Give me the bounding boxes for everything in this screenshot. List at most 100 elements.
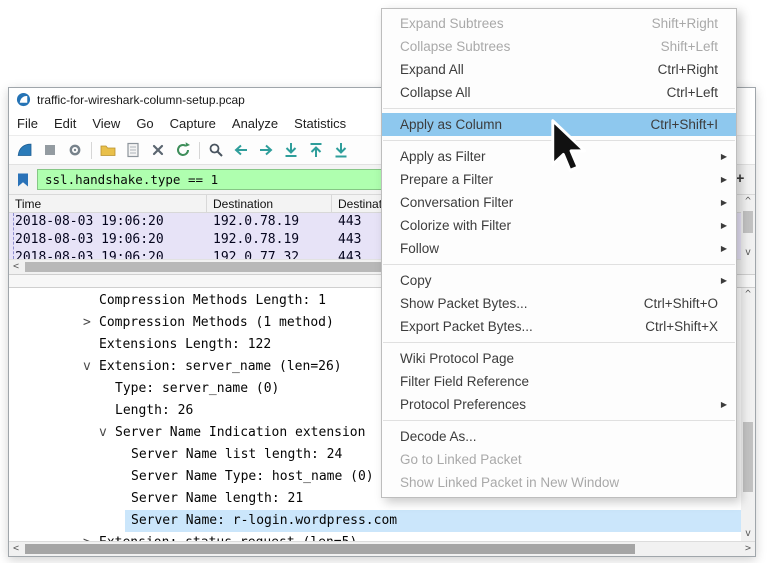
menu-analyze[interactable]: Analyze [224,111,286,135]
packet-cell: 192.0.78.19 [207,231,332,249]
column-header-destination[interactable]: Destination [207,195,332,212]
submenu-arrow-icon: ▶ [721,237,727,260]
menu-item-label: Filter Field Reference [400,374,529,389]
menu-separator [383,342,735,343]
packet-cell: 2018-08-03 19:06:20 [9,231,207,249]
scrollbar-track[interactable] [23,542,741,556]
menu-item-label: Apply as Filter [400,149,486,164]
expanded-arrow-icon[interactable]: v [99,422,115,444]
find-packet-icon[interactable] [207,141,225,159]
menu-statistics[interactable]: Statistics [286,111,354,135]
menu-item-label: Export Packet Bytes... [400,319,533,334]
context-menu-item-go-to-linked-packet: Go to Linked Packet [382,448,736,471]
submenu-arrow-icon: ▶ [721,269,727,292]
context-menu: Expand SubtreesShift+RightCollapse Subtr… [381,8,737,498]
go-back-icon[interactable] [232,141,250,159]
context-menu-item-expand-all[interactable]: Expand AllCtrl+Right [382,58,736,81]
open-file-icon[interactable] [99,141,117,159]
packet-list-vscrollbar[interactable]: ^ v [741,195,755,260]
scrollbar-thumb[interactable] [743,211,753,233]
menu-capture[interactable]: Capture [162,111,224,135]
scroll-up-button[interactable]: ^ [741,195,755,209]
menu-item-label: Show Packet Bytes... [400,296,528,311]
menu-item-label: Conversation Filter [400,195,513,210]
detail-text: Length: 26 [115,403,193,418]
context-menu-item-wiki-protocol-page[interactable]: Wiki Protocol Page [382,347,736,370]
menu-separator [383,420,735,421]
scroll-down-button[interactable]: v [741,527,755,541]
detail-line[interactable]: >Extension: status_request (len=5) [9,532,755,541]
menu-item-shortcut: Ctrl+Shift+X [645,319,718,334]
context-menu-item-conversation-filter[interactable]: Conversation Filter▶ [382,191,736,214]
scrollbar-track[interactable] [741,209,755,246]
packet-cell: 2018-08-03 19:06:20 [9,249,207,259]
expanded-arrow-icon[interactable]: v [83,356,99,378]
menu-edit[interactable]: Edit [46,111,84,135]
menu-item-label: Follow [400,241,439,256]
collapsed-arrow-icon[interactable]: > [83,312,99,334]
menu-separator [383,108,735,109]
scroll-right-button[interactable]: > [741,542,755,556]
save-file-icon[interactable] [124,141,142,159]
stop-capture-icon[interactable] [41,141,59,159]
menu-file[interactable]: File [9,111,46,135]
context-menu-item-collapse-all[interactable]: Collapse AllCtrl+Left [382,81,736,104]
detail-text: Extension: status_request (len=5) [99,535,357,541]
packet-cell: 2018-08-03 19:06:20 [9,213,207,231]
menu-item-label: Apply as Column [400,117,502,132]
menu-item-label: Show Linked Packet in New Window [400,475,619,490]
scrollbar-thumb[interactable] [25,544,635,554]
menu-item-label: Copy [400,273,432,288]
menu-item-label: Colorize with Filter [400,218,511,233]
menu-item-shortcut: Ctrl+Shift+O [644,296,718,311]
mouse-cursor [550,118,590,179]
packet-cell: 192.0.77.32 [207,249,332,259]
context-menu-item-collapse-subtrees: Collapse SubtreesShift+Left [382,35,736,58]
capture-options-icon[interactable] [66,141,84,159]
reload-icon[interactable] [174,141,192,159]
context-menu-item-filter-field-reference[interactable]: Filter Field Reference [382,370,736,393]
details-vscrollbar[interactable]: ^ v [741,288,755,541]
scrollbar-thumb[interactable] [743,422,753,492]
context-menu-item-protocol-preferences[interactable]: Protocol Preferences▶ [382,393,736,416]
context-menu-item-follow[interactable]: Follow ▶ [382,237,736,260]
context-menu-item-show-packet-bytes[interactable]: Show Packet Bytes... Ctrl+Shift+O [382,292,736,315]
menu-item-shortcut: Shift+Right [652,16,718,31]
context-menu-item-colorize-with-filter[interactable]: Colorize with Filter▶ [382,214,736,237]
details-hscrollbar[interactable]: < > [9,541,755,556]
filter-bookmark-icon[interactable] [15,172,31,188]
context-menu-item-export-packet-bytes[interactable]: Export Packet Bytes... Ctrl+Shift+X [382,315,736,338]
detail-text: Extension: server_name (len=26) [99,359,342,374]
scroll-up-button[interactable]: ^ [741,288,755,302]
context-menu-item-copy[interactable]: Copy ▶ [382,269,736,292]
packet-cell: 192.0.78.19 [207,213,332,231]
detail-text: Server Name list length: 24 [131,447,342,462]
detail-text: Server Name: r-login.wordpress.com [131,513,397,528]
go-forward-icon[interactable] [257,141,275,159]
go-to-packet-icon[interactable] [282,141,300,159]
start-capture-icon[interactable] [16,141,34,159]
menu-item-shortcut: Shift+Left [661,39,718,54]
detail-line[interactable]: Server Name: r-login.wordpress.com [125,510,755,532]
menu-item-label: Wiki Protocol Page [400,351,514,366]
scrollbar-track[interactable] [741,302,755,527]
scroll-left-button[interactable]: < [9,542,23,556]
related-packet-gutter [13,213,14,259]
menu-item-label: Prepare a Filter [400,172,493,187]
context-menu-item-decode-as[interactable]: Decode As... [382,425,736,448]
column-header-time[interactable]: Time [9,195,207,212]
submenu-arrow-icon: ▶ [721,145,727,168]
menu-go[interactable]: Go [128,111,161,135]
collapsed-arrow-icon[interactable]: > [83,532,99,541]
go-first-icon[interactable] [307,141,325,159]
scroll-left-button[interactable]: < [9,260,23,274]
toolbar-separator [199,142,200,159]
scroll-down-button[interactable]: v [741,246,755,260]
go-last-icon[interactable] [332,141,350,159]
menu-item-label: Expand All [400,62,464,77]
wireshark-app-icon [16,92,31,107]
toolbar-separator [91,142,92,159]
menu-item-label: Go to Linked Packet [400,452,522,467]
close-file-icon[interactable] [149,141,167,159]
menu-view[interactable]: View [84,111,128,135]
